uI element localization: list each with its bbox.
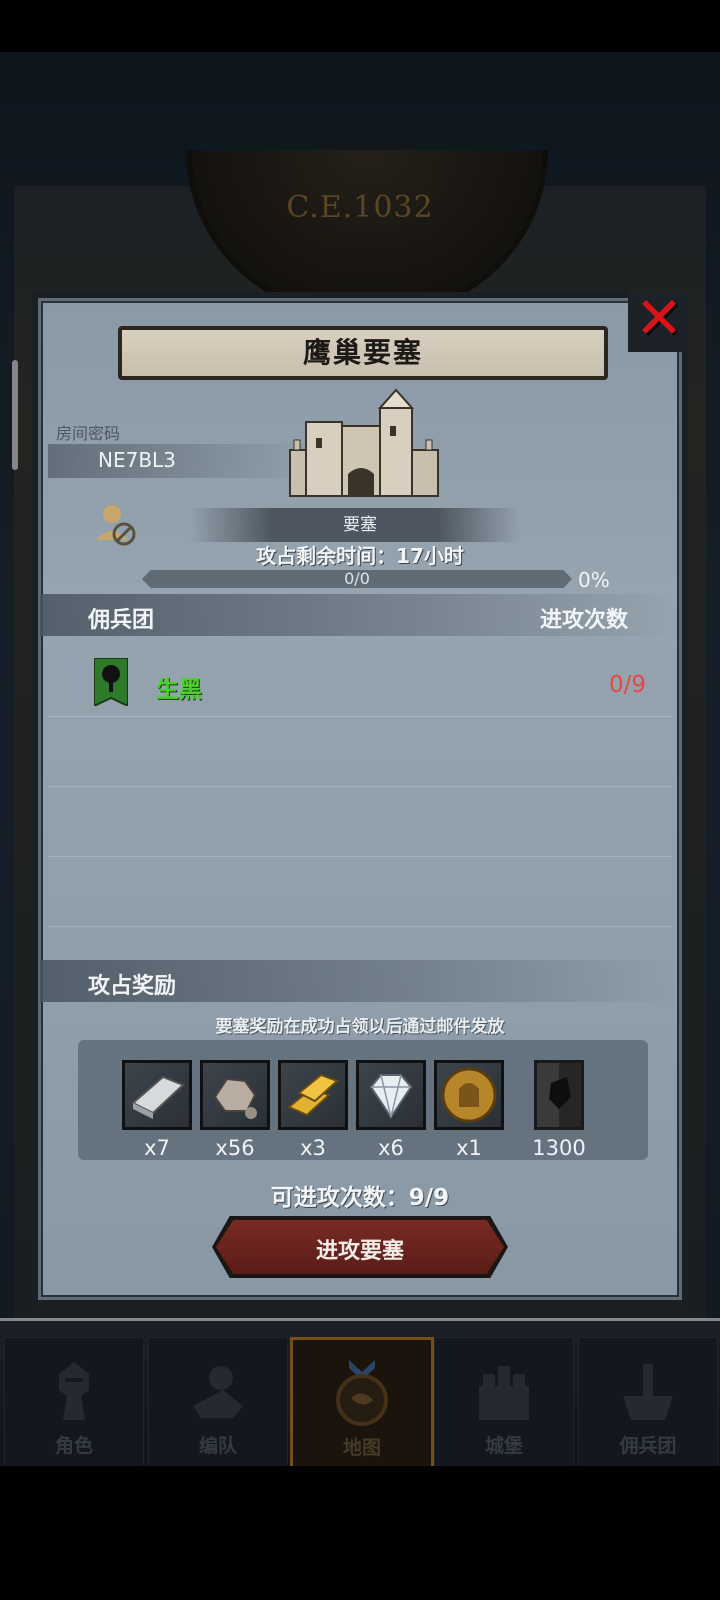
progress-text: 0/0 — [344, 569, 370, 588]
reward-qty: x1 — [456, 1136, 482, 1160]
dialog-title: 鹰巢要塞 — [302, 336, 423, 369]
close-x-icon: ✕ — [634, 284, 684, 352]
row-divider — [48, 786, 672, 787]
knight-coin-icon — [441, 1067, 497, 1123]
mercenary-section-title: 佣兵团 — [88, 608, 155, 633]
team-row[interactable] — [48, 646, 672, 712]
reward-section-title: 攻占奖励 — [88, 974, 177, 999]
reward-item[interactable] — [434, 1060, 504, 1130]
reward-item[interactable] — [356, 1060, 426, 1130]
room-code-label: 房间密码 — [56, 424, 121, 443]
close-button[interactable]: ✕ — [628, 288, 688, 352]
reward-item[interactable] — [278, 1060, 348, 1130]
reward-qty: x7 — [144, 1136, 170, 1160]
reward-qty: x6 — [378, 1136, 404, 1160]
navigation-bar — [0, 1466, 720, 1600]
reward-item[interactable] — [122, 1060, 192, 1130]
remaining-attempts: 可进攻次数：9/9 — [270, 1185, 450, 1211]
row-divider — [48, 856, 672, 857]
reward-qty: x56 — [215, 1136, 255, 1160]
progress-percent: 0% — [578, 568, 610, 592]
reward-note: 要塞奖励在成功占领以后通过邮件发放 — [215, 1017, 505, 1037]
reward-qty: x3 — [300, 1136, 326, 1160]
castle-icon — [289, 388, 439, 497]
game-screen: C.E.1032 角色 编队 地图 城堡 佣兵团 ✕ 鹰巢要塞 房间密码 NE7… — [0, 0, 720, 1600]
row-divider — [48, 926, 672, 927]
status-bar — [0, 0, 720, 52]
reward-qty: 1300 — [532, 1136, 586, 1160]
attack-button-label[interactable]: 进攻要塞 — [216, 1233, 504, 1265]
iron-ingot-icon — [131, 1075, 185, 1119]
tree-banner-icon — [94, 658, 128, 706]
attack-count-header: 进攻次数 — [540, 608, 629, 633]
row-divider — [48, 716, 672, 717]
stone-icon — [213, 1077, 257, 1119]
room-code-value[interactable]: NE7BL3 — [98, 448, 176, 472]
team-attack-count: 0/9 — [608, 672, 646, 698]
gold-bars-icon — [287, 1073, 339, 1117]
reward-item[interactable] — [200, 1060, 270, 1130]
banner-points-icon — [537, 1063, 571, 1127]
title-banner: 鹰巢要塞 — [118, 326, 608, 380]
time-remaining: 攻占剩余时间：17小时 — [256, 544, 464, 568]
room-code-bar — [48, 444, 308, 478]
fortress-subtitle: 要塞 — [343, 515, 377, 535]
reward-item[interactable] — [534, 1060, 584, 1130]
diamond-icon — [369, 1074, 413, 1119]
team-name: 生黑 — [156, 677, 202, 703]
